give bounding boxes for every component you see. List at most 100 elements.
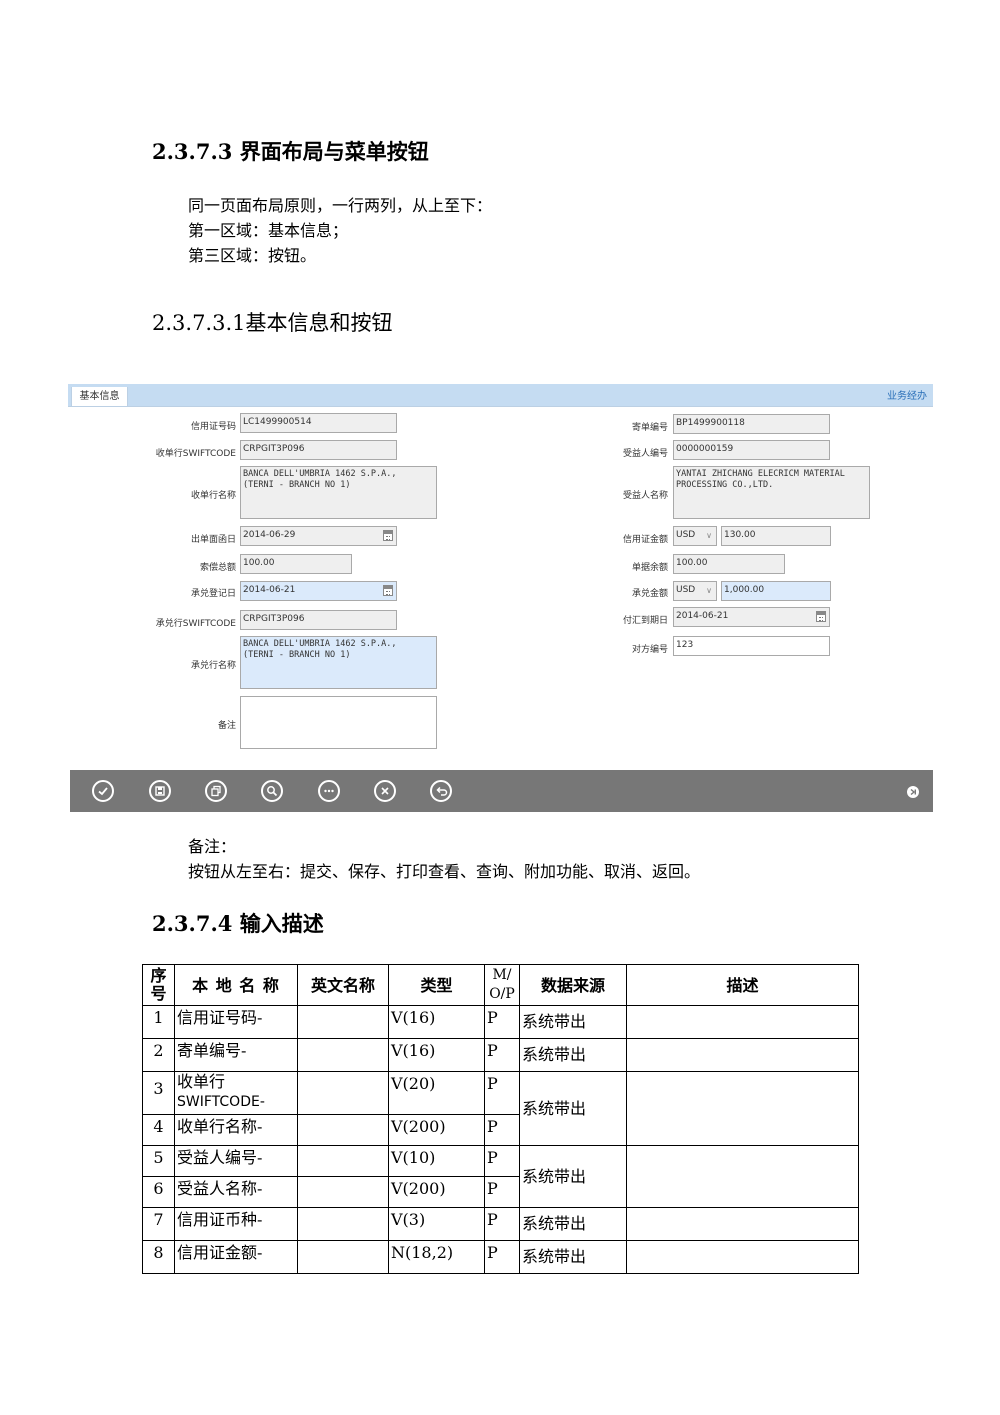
cell-mop: P [484, 1145, 520, 1177]
field-label: 承兑登记日 [190, 589, 236, 599]
note-block: 备注： 按钮从左至右：提交、保存、打印查看、查询、附加功能、取消、返回。 [188, 834, 700, 884]
cell-type: N(18,2) [388, 1240, 485, 1274]
field-value: USD [676, 585, 696, 595]
cell-seq: 7 [142, 1207, 175, 1241]
cell-description [626, 1071, 859, 1146]
cell-english-name [297, 1207, 389, 1241]
header-mop: M/O/P [484, 964, 520, 1006]
remark-field[interactable] [240, 696, 437, 749]
calendar-icon[interactable] [383, 530, 393, 541]
cell-description [626, 1145, 859, 1208]
cell-type: V(16) [388, 1038, 485, 1072]
document-number-field[interactable]: BP1499900118 [673, 414, 830, 434]
table-header-row: 序号 本 地 名 称 英文名称 类型 M/O/P 数据来源 描述 [142, 964, 859, 1006]
cell-source: 系统带出 [519, 1207, 627, 1241]
cell-seq: 8 [142, 1240, 175, 1274]
presenting-bank-swift-field[interactable]: CRPGIT3P096 [240, 440, 397, 460]
more-circle-icon[interactable] [318, 780, 340, 802]
field-label: 收单行SWIFTCODE [155, 449, 236, 459]
field-label: 寄单编号 [631, 423, 668, 433]
calendar-icon[interactable] [383, 585, 393, 596]
tab-divider [68, 406, 933, 407]
tab-basic-info[interactable]: 基本信息 [71, 387, 128, 406]
claim-total-field[interactable]: 100.00 [240, 554, 352, 574]
acceptance-amount-field[interactable]: 1,000.00 [721, 581, 831, 601]
lc-amount-field[interactable]: 130.00 [721, 526, 831, 546]
lc-number-field[interactable]: LC1499900514 [240, 413, 397, 433]
field-value: 2014-06-21 [243, 585, 296, 595]
field-label: 承兑金额 [631, 589, 668, 599]
cell-mop: P [484, 1005, 520, 1039]
calendar-icon[interactable] [816, 611, 826, 622]
cell-local-name: 受益人名称- [174, 1176, 298, 1208]
ui-screenshot: 基本信息 业务经办 信用证号码 LC1499900514 收单行SWIFTCOD… [68, 384, 933, 812]
cell-seq: 2 [142, 1038, 175, 1072]
presenting-bank-name-field[interactable]: BANCA DELL'UMBRIA 1462 S.P.A., (TERNI - … [240, 466, 437, 519]
section-heading-input: 2.3.7.4 输入描述 [152, 911, 324, 936]
cell-english-name [297, 1071, 389, 1115]
intro-line: 同一页面布局原则，一行两列，从上至下： [188, 196, 493, 215]
cell-type: V(200) [388, 1114, 485, 1146]
beneficiary-name-field[interactable]: YANTAI ZHICHANG ELECRICM MATERIAL PROCES… [673, 466, 870, 519]
table-row: 1 信用证号码- V(16) P 系统带出 [142, 1005, 859, 1039]
lc-currency-select[interactable]: USD ∨ [673, 526, 717, 546]
beneficiary-number-field[interactable]: 0000000159 [673, 440, 830, 460]
cell-local-name: 收单行名称- [174, 1114, 298, 1146]
field-label: 信用证号码 [190, 422, 236, 432]
cell-source: 系统带出 [519, 1071, 627, 1146]
accepting-bank-swift-field[interactable]: CRPGIT3P096 [240, 610, 397, 630]
payment-due-date-field[interactable]: 2014-06-21 [673, 607, 830, 627]
section-heading-layout: 2.3.7.3 界面布局与菜单按钮 [152, 139, 429, 164]
table-row: 5 受益人编号- V(10) P 系统带出 [142, 1145, 859, 1208]
note-text: 按钮从左至右：提交、保存、打印查看、查询、附加功能、取消、返回。 [188, 862, 701, 881]
business-link[interactable]: 业务经办 [887, 387, 927, 402]
cell-seq: 1 [142, 1005, 175, 1039]
intro-line: 第一区域：基本信息； [188, 221, 349, 240]
skip-end-icon[interactable] [907, 786, 919, 798]
cell-seq: 5 [142, 1145, 175, 1177]
cell-source: 系统带出 [519, 1240, 627, 1274]
field-label: 承兑行名称 [190, 661, 236, 671]
cell-mop: P [484, 1176, 520, 1208]
cell-local-name: 信用证号码- [174, 1005, 298, 1039]
chevron-down-icon: ∨ [706, 531, 712, 540]
cell-source: 系统带出 [519, 1145, 627, 1208]
field-label: 受益人名称 [622, 491, 668, 501]
save-circle-icon[interactable] [149, 780, 171, 802]
check-circle-icon[interactable] [92, 780, 114, 802]
input-description-table: 序号 本 地 名 称 英文名称 类型 M/O/P 数据来源 描述 1 信用证号码… [142, 964, 859, 1274]
cell-seq: 3 [142, 1071, 175, 1115]
field-label: 出单面函日 [190, 535, 236, 545]
field-label: 承兑行SWIFTCODE [155, 619, 236, 629]
table-row: 3 收单行 SWIFTCODE- V(20) P 系统带出 [142, 1071, 859, 1146]
acceptance-currency-select[interactable]: USD ∨ [673, 581, 717, 601]
header-local-name: 本 地 名 称 [174, 964, 298, 1006]
field-value: 2014-06-29 [243, 530, 296, 540]
search-circle-icon[interactable] [261, 780, 283, 802]
accepting-bank-name-field[interactable]: BANCA DELL'UMBRIA 1462 S.P.A., (TERNI - … [240, 636, 437, 689]
table-row: 8 信用证金额- N(18,2) P 系统带出 [142, 1240, 859, 1274]
cancel-circle-icon[interactable] [374, 780, 396, 802]
counterparty-number-field[interactable]: 123 [673, 636, 830, 656]
document-balance-field[interactable]: 100.00 [673, 554, 785, 574]
letter-date-field[interactable]: 2014-06-29 [240, 526, 397, 546]
cell-description [626, 1005, 859, 1039]
cell-english-name [297, 1005, 389, 1039]
field-label: 对方编号 [631, 645, 668, 655]
action-toolbar [70, 770, 933, 812]
field-value: 2014-06-21 [676, 611, 729, 621]
print-view-circle-icon[interactable] [205, 780, 227, 802]
cell-english-name [297, 1145, 389, 1177]
cell-local-name: 受益人编号- [174, 1145, 298, 1177]
tab-bar: 基本信息 业务经办 [68, 384, 933, 406]
cell-type: V(20) [388, 1071, 485, 1115]
cell-type: V(3) [388, 1207, 485, 1241]
back-circle-icon[interactable] [430, 780, 452, 802]
cell-type: V(16) [388, 1005, 485, 1039]
acceptance-date-field[interactable]: 2014-06-21 [240, 581, 397, 601]
cell-mop: P [484, 1071, 520, 1115]
header-seq: 序号 [142, 964, 175, 1006]
cell-english-name [297, 1176, 389, 1208]
note-title: 备注： [188, 837, 237, 856]
cell-source: 系统带出 [519, 1005, 627, 1039]
